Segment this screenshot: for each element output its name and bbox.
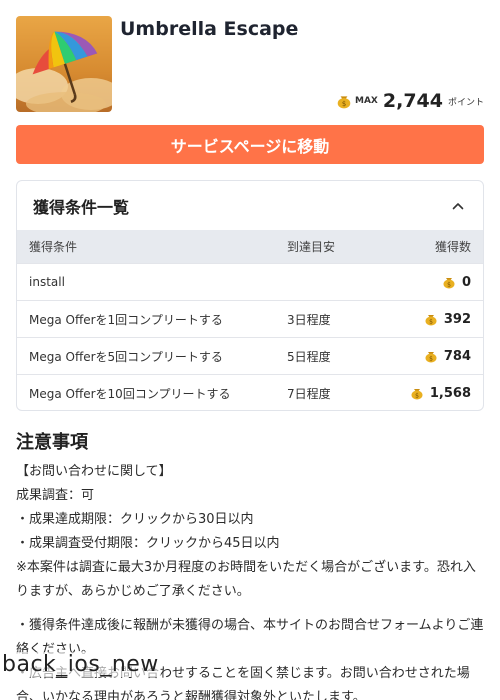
reward-cell: $ 0 xyxy=(367,275,483,290)
svg-text:$: $ xyxy=(342,100,346,108)
notes-line: ・成果達成期限：クリックから30日以内 xyxy=(16,512,254,527)
condition-cell: install xyxy=(29,275,65,289)
coin-bag-icon: $ xyxy=(425,352,437,363)
table-row: Mega Offerを1回コンプリートする 3日程度 $ 392 xyxy=(17,300,483,337)
coin-bag-icon: $ xyxy=(411,389,423,400)
chevron-up-icon[interactable] xyxy=(451,199,465,213)
points-unit: ポイント xyxy=(447,97,484,108)
reward-cell: $ 784 xyxy=(367,349,483,364)
reward-value: 1,568 xyxy=(429,385,471,401)
conditions-title: 獲得条件一覧 xyxy=(33,197,130,217)
back-button[interactable]: back_ios_new xyxy=(0,652,161,677)
notes-title: 注意事項 xyxy=(16,432,88,453)
max-points: $ MAX 2,744 ポイント xyxy=(336,90,484,112)
table-row: Mega Offerを10回コンプリートする 7日程度 $ 1,568 xyxy=(17,374,483,410)
notes-line: 成果調査：可 xyxy=(16,488,95,503)
conditions-card: 獲得条件一覧 獲得条件 到達目安 獲得数 install $ 0 Mega Of… xyxy=(16,180,484,411)
reward-cell: $ 1,568 xyxy=(367,386,483,401)
condition-cell: Mega Offerを10回コンプリートする xyxy=(29,386,231,401)
table-row: Mega Offerを5回コンプリートする 5日程度 $ 784 xyxy=(17,337,483,374)
svg-text:$: $ xyxy=(429,318,433,325)
notes-line: ・成果調査受付期限：クリックから45日以内 xyxy=(16,536,280,551)
svg-text:$: $ xyxy=(415,392,419,399)
notes-line: 【お問い合わせに関して】 xyxy=(16,464,172,479)
reward-value: 784 xyxy=(443,348,471,364)
eta-cell: 7日程度 xyxy=(287,386,331,401)
umbrella-app-icon xyxy=(16,16,112,112)
coin-bag-icon: $ xyxy=(443,278,455,289)
max-label: MAX xyxy=(355,96,378,106)
svg-text:$: $ xyxy=(447,281,451,288)
table-row: install $ 0 xyxy=(17,263,483,300)
reward-cell: $ 392 xyxy=(367,312,483,327)
column-header-eta: 到達目安 xyxy=(287,240,336,254)
eta-cell: 5日程度 xyxy=(287,349,331,364)
reward-value: 0 xyxy=(461,274,471,290)
svg-text:$: $ xyxy=(429,355,433,362)
reward-value: 392 xyxy=(443,311,471,327)
eta-cell: 3日程度 xyxy=(287,312,331,327)
table-header: 獲得条件 到達目安 獲得数 xyxy=(17,230,483,263)
app-header: Umbrella Escape $ MAX 2,744 ポイント xyxy=(16,16,484,112)
column-header-condition: 獲得条件 xyxy=(29,240,78,254)
coin-bag-icon: $ xyxy=(337,96,351,109)
column-header-reward: 獲得数 xyxy=(434,240,471,254)
notes-line: ※本案件は調査に最大3か月程度のお時間をいただく場合がございます。恐れ入りますが… xyxy=(16,560,476,599)
condition-cell: Mega Offerを1回コンプリートする xyxy=(29,312,223,327)
service-page-button[interactable]: サービスページに移動 xyxy=(16,125,484,164)
max-points-value: 2,744 xyxy=(382,90,443,112)
conditions-toggle[interactable]: 獲得条件一覧 xyxy=(17,181,483,230)
coin-bag-icon: $ xyxy=(425,315,437,326)
condition-cell: Mega Offerを5回コンプリートする xyxy=(29,349,223,364)
app-title: Umbrella Escape xyxy=(120,18,299,40)
